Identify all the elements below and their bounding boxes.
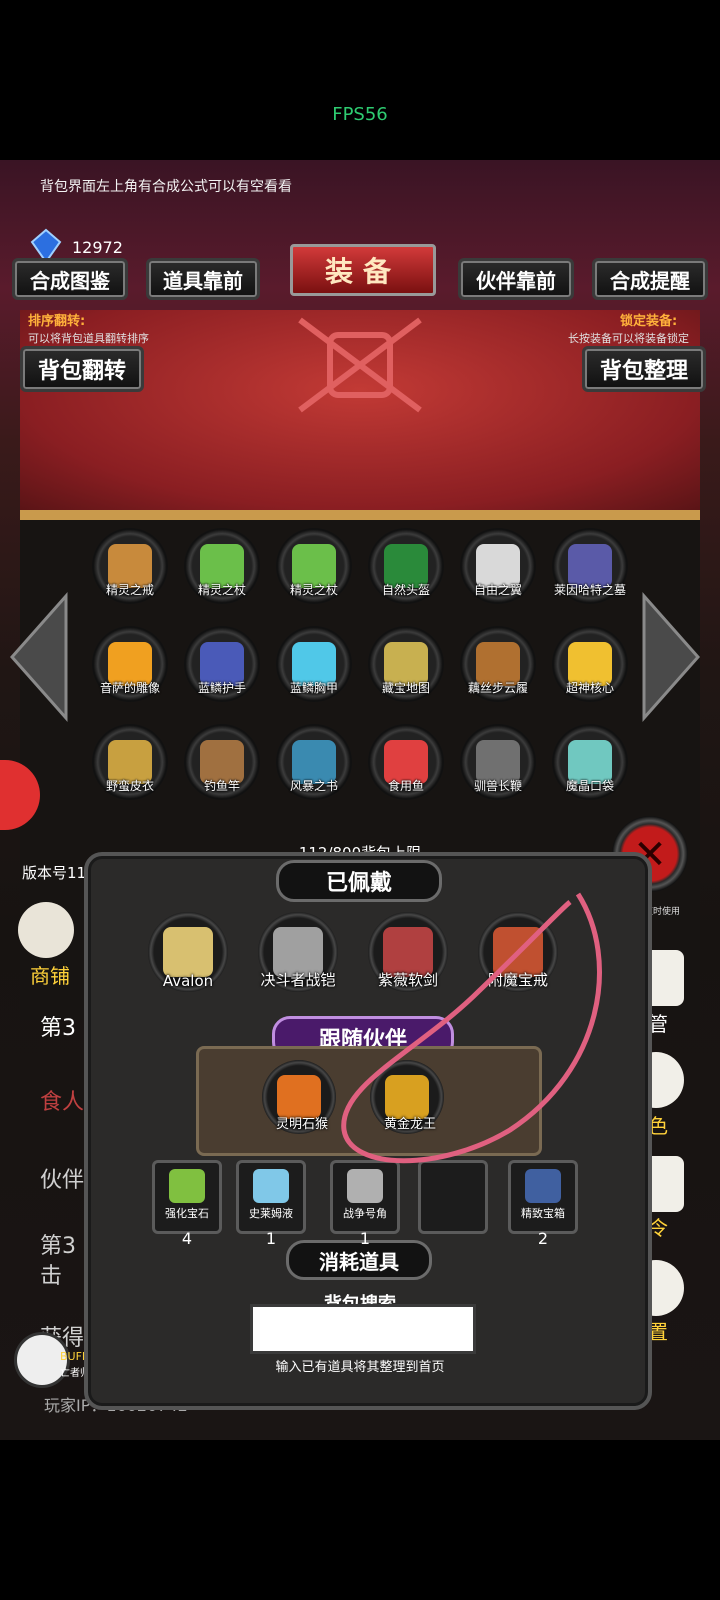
hint-text: 背包界面左上角有合成公式可以有空看看 <box>40 179 292 195</box>
inventory-item-label: 野蛮皮衣 <box>105 779 154 793</box>
recipe-book-button[interactable]: 合成图鉴 <box>12 258 128 300</box>
inventory-item-label: 精灵之杖 <box>289 583 338 597</box>
inventory-slot[interactable]: 音萨的雕像 <box>92 626 168 702</box>
log-line: 第3 <box>40 1234 76 1259</box>
green-gem-icon <box>169 1169 205 1203</box>
consumable-label: 精致宝箱 <box>521 1207 565 1220</box>
inventory-slot[interactable]: 食用鱼 <box>368 724 444 800</box>
inventory-slot[interactable]: 蓝鳞护手 <box>184 626 260 702</box>
partners-front-button[interactable]: 伙伴靠前 <box>458 258 574 300</box>
equipped-item-label: Avalon <box>162 972 214 990</box>
inventory-slot[interactable]: 野蛮皮衣 <box>92 724 168 800</box>
inventory-item-label: 精灵之杖 <box>197 583 246 597</box>
consumable-label: 战争号角 <box>343 1207 387 1220</box>
crossed-swords-emblem <box>298 317 422 413</box>
inventory-item-label: 魔晶口袋 <box>565 779 614 793</box>
sort-flip-title: 排序翻转: <box>28 314 86 329</box>
log-line: 击 <box>40 1264 63 1289</box>
inventory-slot[interactable]: 魔晶口袋 <box>552 724 628 800</box>
inventory-slot[interactable]: 藕丝步云履 <box>460 626 536 702</box>
inventory-item-label: 驯兽长鞭 <box>473 779 522 793</box>
items-front-button[interactable]: 道具靠前 <box>146 258 260 300</box>
inventory-slot[interactable]: 钓鱼竿 <box>184 724 260 800</box>
search-input[interactable] <box>250 1304 476 1354</box>
inventory-item-label: 蓝鳞胸甲 <box>289 681 338 695</box>
inventory-slot[interactable]: 自由之翼 <box>460 528 536 604</box>
inventory-item-label: 食用鱼 <box>387 779 424 793</box>
red-annotation-circle <box>341 892 602 1164</box>
inventory-item-label: 超神核心 <box>565 681 614 695</box>
consumable-slot[interactable]: 史莱姆液 1 <box>236 1160 306 1248</box>
inventory-slot[interactable]: 蓝鳞胸甲 <box>276 626 352 702</box>
consumable-slot[interactable]: 强化宝石 4 <box>152 1160 222 1248</box>
log-line: 伙伴 <box>40 1168 85 1193</box>
bag-tidy-button[interactable]: 背包整理 <box>582 346 706 392</box>
version-label: 版本号11 <box>22 864 87 882</box>
inventory-item-label: 音萨的雕像 <box>99 681 160 695</box>
inventory-slot[interactable]: 莱因哈特之墓 <box>552 528 628 604</box>
inventory-item-label: 藏宝地图 <box>381 681 430 695</box>
inventory-item-label: 蓝鳞护手 <box>197 681 246 695</box>
inventory-slot[interactable]: 超神核心 <box>552 626 628 702</box>
sort-flip-desc: 可以将背包道具翻转排序 <box>28 332 149 345</box>
consumable-count: 1 <box>359 1229 371 1248</box>
log-line: 第3 <box>40 1016 76 1041</box>
search-hint: 输入已有道具将其整理到首页 <box>275 1360 445 1375</box>
inventory-slot[interactable]: 藏宝地图 <box>368 626 444 702</box>
equipped-slot[interactable]: Avalon <box>148 912 228 992</box>
craft-remind-button[interactable]: 合成提醒 <box>592 258 708 300</box>
consumable-label: 强化宝石 <box>165 1207 209 1220</box>
inventory-slot[interactable]: 精灵之杖 <box>184 528 260 604</box>
next-page-arrow-icon[interactable] <box>640 592 702 722</box>
inventory-slot[interactable]: 驯兽长鞭 <box>460 724 536 800</box>
consumable-count: 2 <box>537 1229 549 1248</box>
companion-slot[interactable]: 灵明石猴 <box>262 1060 336 1134</box>
page-title: 装备 <box>290 244 436 296</box>
inventory-slot[interactable]: 风暴之书 <box>276 724 352 800</box>
shop-label: 商铺 <box>30 964 70 988</box>
inventory-item-label: 自然头盔 <box>381 583 430 597</box>
fps-counter: FPS56 <box>332 104 388 125</box>
inventory-item-label: 精灵之戒 <box>105 583 154 597</box>
bag-flip-button[interactable]: 背包翻转 <box>20 346 144 392</box>
inventory-item-label: 自由之翼 <box>473 583 522 597</box>
inventory-slot[interactable]: 精灵之戒 <box>92 528 168 604</box>
lock-equip-desc: 长按装备可以将装备锁定 <box>568 332 689 345</box>
shop-icon[interactable] <box>18 902 74 958</box>
potion-icon <box>253 1169 289 1203</box>
lock-equip-title: 锁定装备: <box>620 314 678 329</box>
consumable-label: 史莱姆液 <box>249 1207 293 1220</box>
inventory-item-label: 钓鱼竿 <box>203 779 240 793</box>
inventory-item-label: 风暴之书 <box>289 779 338 793</box>
consumable-count: 1 <box>265 1229 277 1248</box>
equipped-slot[interactable]: 决斗者战铠 <box>258 912 338 992</box>
game-screen: 背包界面左上角有合成公式可以有空看看 12972 装备 合成图鉴 道具靠前 伙伴… <box>0 160 720 1440</box>
inventory-item-label: 藕丝步云履 <box>467 681 528 695</box>
prev-page-arrow-icon[interactable] <box>8 592 70 722</box>
inventory-item-label: 莱因哈特之墓 <box>553 583 626 597</box>
sword-icon <box>163 927 213 977</box>
inventory-slot[interactable]: 自然头盔 <box>368 528 444 604</box>
currency-amount: 12972 <box>72 238 123 257</box>
inventory-slot[interactable]: 精灵之杖 <box>276 528 352 604</box>
consumable-count: 4 <box>181 1229 193 1248</box>
